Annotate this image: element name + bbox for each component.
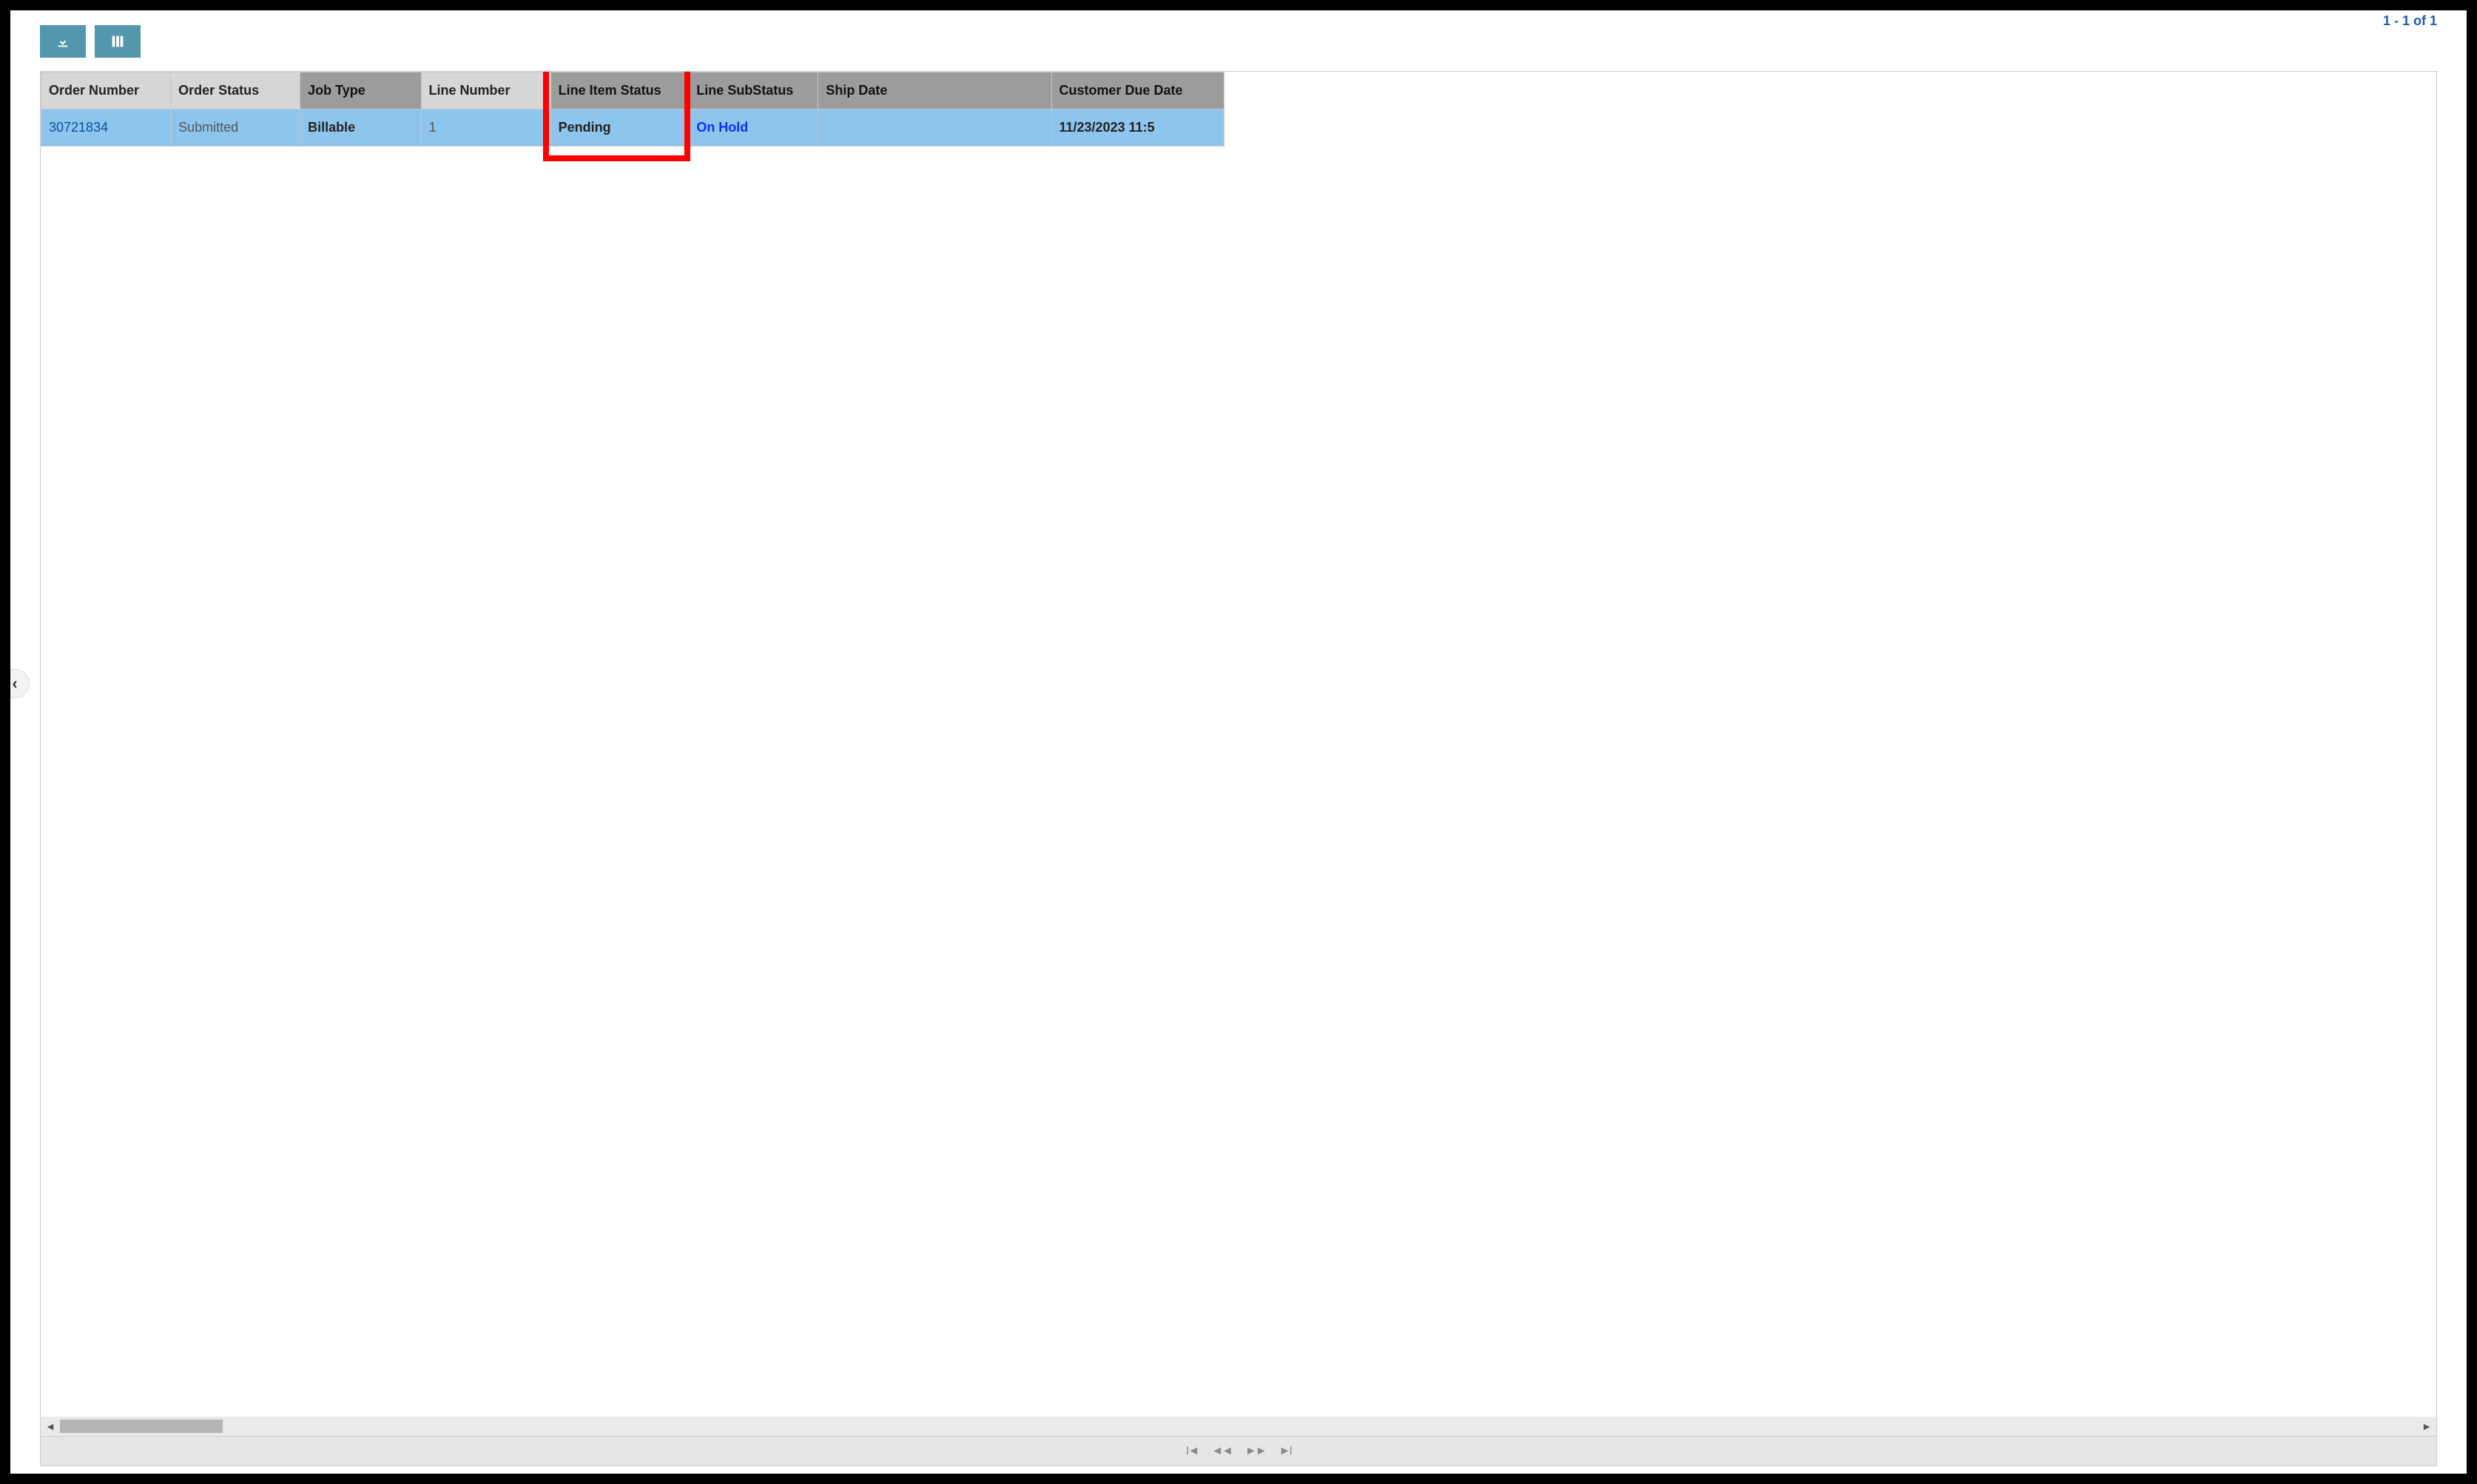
cell-ship-date (818, 109, 1051, 146)
grid-scroll-viewport: Order NumberOrder StatusJob TypeLine Num… (41, 72, 2436, 1417)
column-header[interactable]: Line Number (421, 72, 550, 109)
columns-button[interactable] (95, 25, 141, 58)
scroll-track[interactable] (60, 1420, 2417, 1433)
cell-order-number[interactable]: 30721834 (41, 109, 171, 146)
scroll-thumb[interactable] (60, 1420, 223, 1433)
scroll-right-arrow-icon[interactable]: ► (2417, 1420, 2436, 1432)
pager-last-button[interactable]: ►I (1279, 1445, 1291, 1458)
column-header[interactable]: Job Type (300, 72, 421, 109)
pagination-info: 1 - 1 of 1 (2383, 13, 2437, 29)
app-frame: ‹ 1 - 1 of 1 Order NumberOrder StatusJob… (0, 0, 2477, 1484)
column-header[interactable]: Ship Date (818, 72, 1051, 109)
pager-first-button[interactable]: I◄ (1186, 1445, 1198, 1458)
pager-next-button[interactable]: ►► (1245, 1445, 1266, 1458)
table-row[interactable]: 30721834SubmittedBillable1PendingOn Hold… (41, 109, 1224, 146)
cell-customer-due-date: 11/23/2023 11:5 (1051, 109, 1224, 146)
column-header[interactable]: Order Status (171, 72, 300, 109)
column-header[interactable]: Order Number (41, 72, 171, 109)
cell-line-substatus[interactable]: On Hold (689, 109, 818, 146)
columns-icon (109, 33, 126, 50)
column-header[interactable]: Line SubStatus (689, 72, 818, 109)
cell-line-item-status: Pending (550, 109, 689, 146)
pager: I◄ ◄◄ ►► ►I (41, 1436, 2436, 1466)
column-header[interactable]: Line Item Status (550, 72, 689, 109)
cell-order-status: Submitted (171, 109, 300, 146)
data-grid: Order NumberOrder StatusJob TypeLine Num… (40, 71, 2437, 1466)
column-header[interactable]: Customer Due Date (1051, 72, 1224, 109)
content-area: 1 - 1 of 1 Order NumberOrder StatusJob T… (10, 10, 2467, 1474)
download-button[interactable] (40, 25, 86, 58)
horizontal-scrollbar[interactable]: ◄ ► (41, 1417, 2436, 1436)
toolbar (40, 25, 2437, 58)
download-icon (55, 33, 71, 50)
scroll-left-arrow-icon[interactable]: ◄ (41, 1420, 60, 1432)
cell-job-type: Billable (300, 109, 421, 146)
cell-line-number: 1 (421, 109, 550, 146)
pager-prev-button[interactable]: ◄◄ (1211, 1445, 1232, 1458)
